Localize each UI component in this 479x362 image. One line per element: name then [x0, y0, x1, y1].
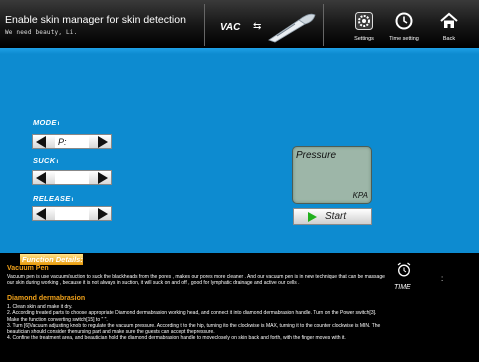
function-details-heading: Function Details:: [20, 254, 83, 265]
top-band: [0, 48, 479, 54]
pressure-display: Pressure KPA: [292, 146, 372, 204]
pressure-unit: KPA: [352, 191, 368, 200]
release-value: [55, 208, 89, 220]
time-label: TIME: [394, 284, 411, 291]
alarm-clock-icon: [397, 262, 411, 277]
time-value: :: [441, 274, 444, 283]
suck-stepper: [32, 170, 112, 185]
header-bar: Enable skin manager for skin detection W…: [0, 0, 479, 48]
clock-icon: [395, 12, 413, 30]
exchange-arrows-icon: ⇆: [253, 21, 262, 32]
time-setting-label: Time setting: [389, 36, 419, 42]
mode-indicator: VAC ⇆: [204, 4, 324, 46]
start-button[interactable]: Start: [293, 208, 372, 225]
suck-decrease-icon[interactable]: [36, 172, 46, 184]
diamond-step: 4. Confine the treatment area, and beaut…: [7, 335, 346, 342]
suck-increase-icon[interactable]: [98, 172, 108, 184]
function-details-panel: Function Details: Vacuum Pen Vacuum pen …: [0, 253, 479, 362]
start-label: Start: [325, 211, 347, 222]
mode-decrease-icon[interactable]: [36, 136, 46, 148]
release-decrease-icon[interactable]: [36, 208, 46, 220]
diamond-step: 2. According treated parts to choose app…: [7, 310, 377, 323]
play-icon: [308, 212, 317, 222]
suck-param-label: SUCKı: [33, 156, 59, 165]
mode-param-label: MODEı: [33, 118, 60, 127]
control-area: MODEı P: SUCKı RELEASEı Pressure KPA Sta…: [0, 48, 479, 253]
diamond-step: 3. Turn [6]Vacuum adjusting knob to regu…: [7, 322, 381, 336]
mode-value: P:: [55, 136, 89, 148]
back-button[interactable]: Back: [428, 12, 470, 46]
mode-stepper: P:: [32, 134, 112, 149]
mode-increase-icon[interactable]: [98, 136, 108, 148]
diamond-dermabrasion-title: Diamond dermabrasion: [7, 295, 86, 302]
release-param-label: RELEASEı: [33, 194, 74, 203]
suck-value: [55, 172, 89, 184]
page-title: Enable skin manager for skin detection: [5, 14, 186, 26]
settings-button[interactable]: Settings: [343, 12, 385, 46]
page-subtitle: We need beauty, Li.: [5, 29, 78, 36]
mode-indicator-label: VAC: [220, 22, 241, 33]
release-stepper: [32, 206, 112, 221]
diamond-steps-list: 1. Clean skin and make it dry. 2. Accord…: [7, 304, 385, 342]
time-setting-button[interactable]: Time setting: [383, 12, 425, 46]
pressure-title: Pressure: [296, 150, 337, 161]
home-icon: [440, 12, 458, 28]
gear-icon: [355, 12, 373, 30]
release-increase-icon[interactable]: [98, 208, 108, 220]
vacuum-pen-text: Vacuum pen is use vacuum/suction to suck…: [7, 274, 385, 287]
vacuum-pen-title: Vacuum Pen: [7, 265, 49, 272]
vacuum-wand-icon: [268, 13, 316, 43]
back-label: Back: [442, 36, 456, 42]
settings-label: Settings: [354, 36, 374, 42]
